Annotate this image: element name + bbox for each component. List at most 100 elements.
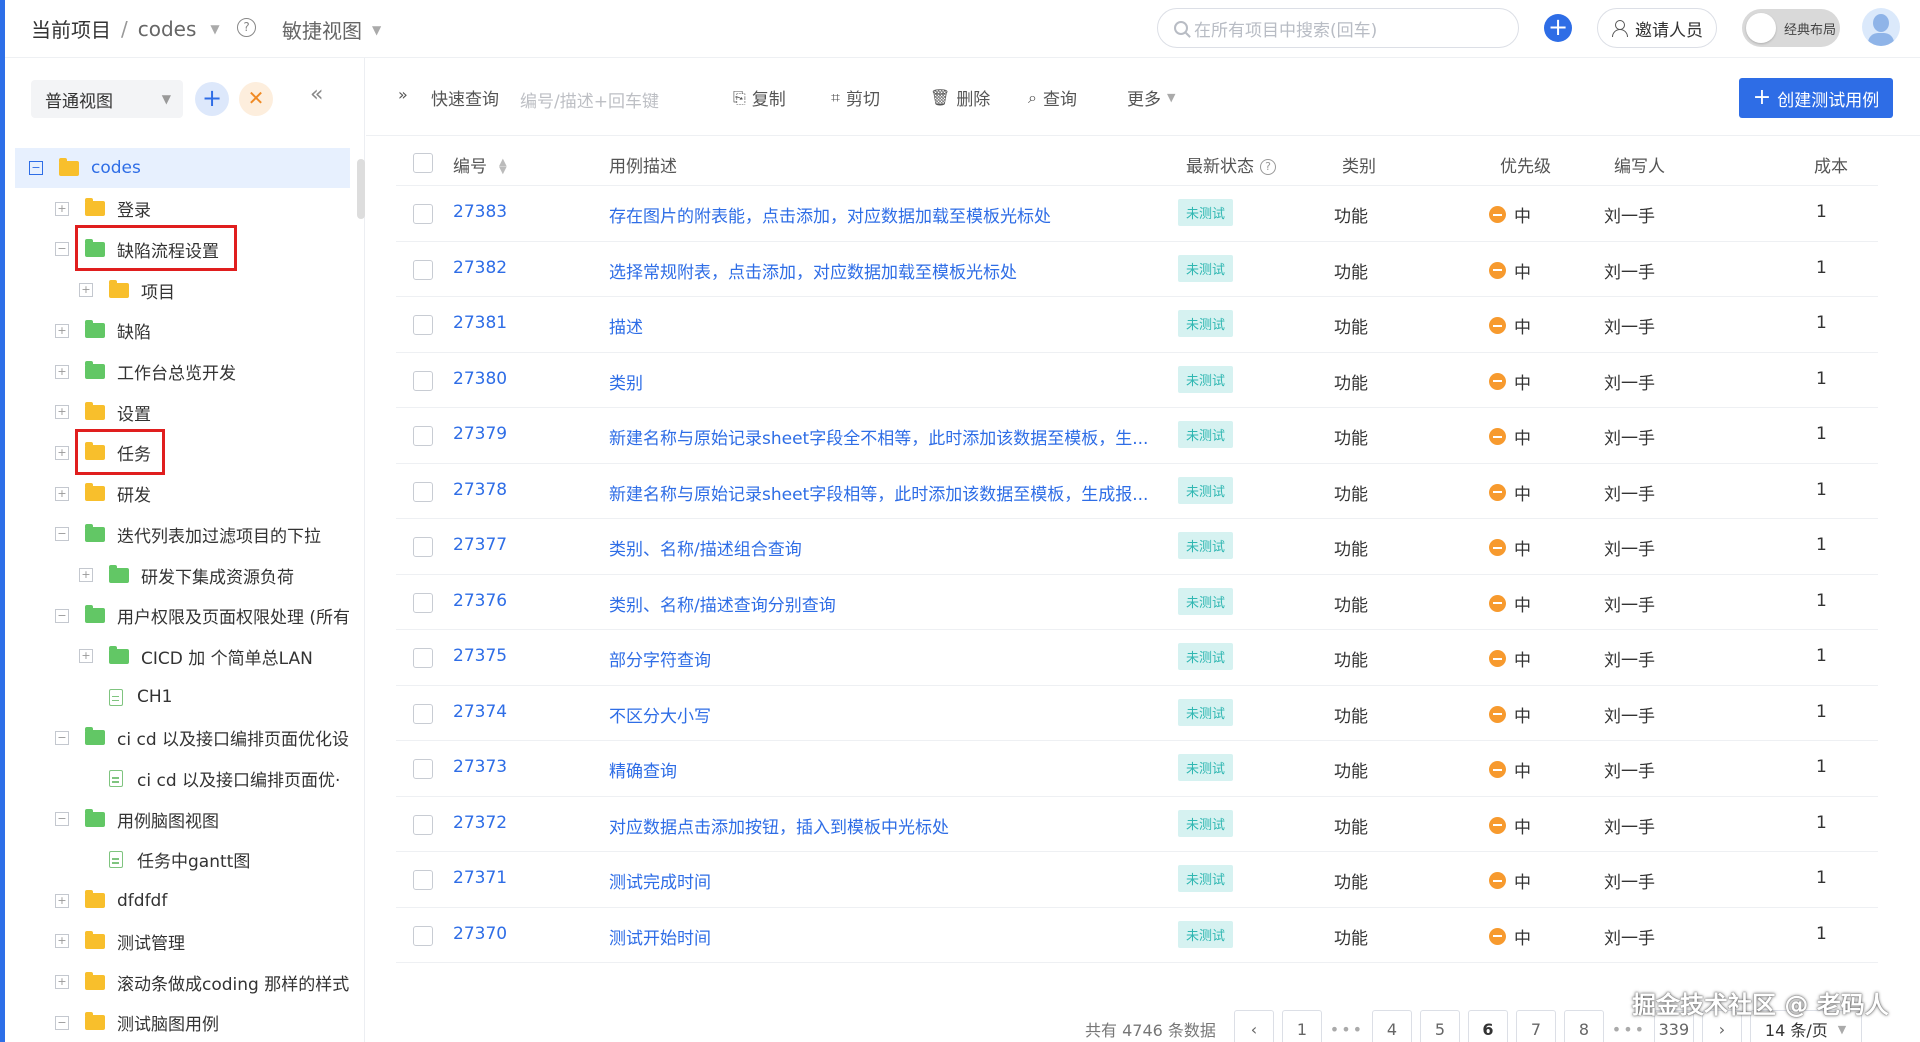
page-number-button[interactable]: 5 bbox=[1419, 1010, 1460, 1042]
case-id-link[interactable]: 27373 bbox=[453, 757, 507, 777]
page-number-button[interactable]: 8 bbox=[1563, 1010, 1604, 1042]
table-row[interactable]: 27371 测试完成时间 未测试 功能 中 刘一手 1 bbox=[396, 852, 1878, 908]
case-desc-link[interactable]: 测试完成时间 bbox=[609, 868, 1149, 893]
case-id-link[interactable]: 27376 bbox=[453, 591, 507, 611]
table-row[interactable]: 27376 类别、名称/描述查询分别查询 未测试 功能 中 刘一手 1 bbox=[396, 575, 1878, 630]
case-id-link[interactable]: 27370 bbox=[453, 924, 507, 944]
collapse-icon[interactable]: − bbox=[55, 730, 69, 745]
case-desc-link[interactable]: 不区分大小写 bbox=[609, 702, 1149, 727]
select-all-checkbox[interactable] bbox=[413, 153, 433, 173]
table-row[interactable]: 27373 精确查询 未测试 功能 中 刘一手 1 bbox=[396, 741, 1878, 797]
collapse-icon[interactable]: − bbox=[55, 1015, 69, 1030]
row-checkbox[interactable] bbox=[413, 315, 433, 335]
expand-icon[interactable]: + bbox=[79, 283, 93, 298]
tree-item[interactable]: + 项目 bbox=[15, 270, 350, 310]
tree-item[interactable]: ci cd 以及接口编排页面优· bbox=[15, 759, 350, 799]
tree-item[interactable]: + 滚动条做成coding 那样的样式 bbox=[15, 962, 350, 1002]
tree-item[interactable]: + 工作台总览开发 bbox=[15, 352, 350, 392]
table-row[interactable]: 27378 新建名称与原始记录sheet字段相等，此时添加该数据至模板，生成报..… bbox=[396, 464, 1878, 519]
tree-item[interactable]: + 任务 bbox=[15, 433, 350, 473]
row-checkbox[interactable] bbox=[413, 537, 433, 557]
row-checkbox[interactable] bbox=[413, 592, 433, 613]
row-checkbox[interactable] bbox=[413, 370, 433, 391]
tree-item[interactable]: − ci cd 以及接口编排页面优化设 bbox=[15, 718, 350, 758]
page-number-button[interactable]: 7 bbox=[1515, 1010, 1556, 1042]
chevron-down-icon[interactable]: ▼ bbox=[210, 22, 219, 36]
page-number-button[interactable]: 1 bbox=[1281, 1010, 1322, 1042]
expand-icon[interactable]: + bbox=[55, 364, 69, 379]
page-ellipsis[interactable]: ••• bbox=[1330, 1010, 1364, 1042]
row-checkbox[interactable] bbox=[413, 870, 433, 890]
case-id-link[interactable]: 27372 bbox=[453, 813, 507, 833]
close-icon[interactable]: ✕ bbox=[239, 82, 273, 116]
table-row[interactable]: 27382 选择常规附表，点击添加，对应数据加载至模板光标处 未测试 功能 中 刘一手 1 bbox=[396, 242, 1878, 297]
table-row[interactable]: 27372 对应数据点击添加按钮，插入到模板中光标处 未测试 功能 中 刘一手 1 bbox=[396, 797, 1878, 852]
case-id-link[interactable]: 27375 bbox=[453, 646, 507, 666]
view-mode-switcher[interactable]: 敏捷视图 ▼ bbox=[282, 15, 381, 44]
table-row[interactable]: 27375 部分字符查询 未测试 功能 中 刘一手 1 bbox=[396, 630, 1878, 686]
collapse-icon[interactable]: − bbox=[55, 608, 69, 623]
delete-button[interactable]: 🗑 删除 bbox=[930, 85, 990, 110]
case-id-link[interactable]: 27383 bbox=[453, 202, 507, 222]
case-id-link[interactable]: 27377 bbox=[453, 535, 507, 555]
row-checkbox[interactable] bbox=[413, 703, 433, 724]
table-row[interactable]: 27374 不区分大小写 未测试 功能 中 刘一手 1 bbox=[396, 686, 1878, 741]
expand-icon[interactable]: + bbox=[55, 893, 69, 908]
more-dropdown[interactable]: 更多 ▼ bbox=[1127, 85, 1175, 110]
case-desc-link[interactable]: 新建名称与原始记录sheet字段全不相等，此时添加该数据至模板，生... bbox=[609, 424, 1149, 449]
tree-item[interactable]: − 用户权限及页面权限处理 (所有 bbox=[15, 596, 350, 636]
sort-icon[interactable]: ▲ ▼ bbox=[499, 158, 507, 176]
tree-item[interactable]: + 测试管理 bbox=[15, 921, 350, 961]
cut-button[interactable]: ⌗ 剪切 bbox=[831, 85, 880, 111]
case-desc-link[interactable]: 存在图片的附表能，点击添加，对应数据加载至模板光标处 bbox=[609, 202, 1149, 227]
case-id-link[interactable]: 27371 bbox=[453, 868, 507, 888]
collapse-icon[interactable]: − bbox=[55, 812, 69, 827]
case-desc-link[interactable]: 类别 bbox=[609, 369, 1149, 394]
row-checkbox[interactable] bbox=[413, 814, 433, 835]
row-checkbox[interactable] bbox=[413, 648, 433, 668]
tree-item[interactable]: − 用例脑图视图 bbox=[15, 799, 350, 839]
collapse-icon[interactable]: − bbox=[55, 242, 69, 257]
table-row[interactable]: 27383 存在图片的附表能，点击添加，对应数据加载至模板光标处 未测试 功能 中 刘一手… bbox=[396, 186, 1878, 242]
invite-button[interactable]: 邀请人员 bbox=[1597, 8, 1717, 48]
case-id-link[interactable]: 27379 bbox=[453, 424, 507, 444]
expand-icon[interactable]: + bbox=[79, 649, 93, 664]
table-row[interactable]: 27370 测试开始时间 未测试 功能 中 刘一手 1 bbox=[396, 908, 1878, 963]
help-icon[interactable]: ? bbox=[1260, 159, 1276, 175]
case-desc-link[interactable]: 类别、名称/描述查询分别查询 bbox=[609, 591, 1149, 616]
classic-layout-toggle[interactable]: 经典布局 bbox=[1742, 9, 1840, 47]
case-id-link[interactable]: 27381 bbox=[453, 313, 507, 333]
create-test-case-button[interactable]: + 创建测试用例 bbox=[1739, 78, 1893, 118]
collapse-sidebar-icon[interactable]: « bbox=[310, 82, 323, 107]
case-desc-link[interactable]: 选择常规附表，点击添加，对应数据加载至模板光标处 bbox=[609, 258, 1149, 283]
tree-item[interactable]: + 研发 bbox=[15, 474, 350, 514]
expand-icon[interactable]: + bbox=[79, 568, 93, 582]
tree-item[interactable]: − codes bbox=[15, 148, 350, 188]
case-desc-link[interactable]: 部分字符查询 bbox=[609, 646, 1149, 671]
case-id-link[interactable]: 27380 bbox=[453, 369, 507, 389]
case-id-link[interactable]: 27382 bbox=[453, 258, 507, 278]
case-id-link[interactable]: 27378 bbox=[453, 480, 507, 500]
expand-icon[interactable]: » bbox=[398, 85, 408, 104]
query-button[interactable]: ⌕ 查询 bbox=[1028, 85, 1077, 111]
quick-query-input[interactable]: 编号/描述+回车键 bbox=[520, 87, 659, 112]
expand-icon[interactable]: + bbox=[55, 405, 69, 420]
global-search-input[interactable]: 在所有项目中搜索(回车) bbox=[1157, 8, 1519, 48]
case-desc-link[interactable]: 描述 bbox=[609, 313, 1149, 338]
avatar[interactable] bbox=[1862, 8, 1900, 46]
row-checkbox[interactable] bbox=[413, 925, 433, 946]
collapse-icon[interactable]: − bbox=[55, 527, 69, 542]
tree-item[interactable]: CH1 bbox=[15, 677, 350, 717]
row-checkbox[interactable] bbox=[413, 204, 433, 224]
breadcrumb-current[interactable]: 当前项目 bbox=[31, 14, 111, 43]
view-select[interactable]: 普通视图 ▼ bbox=[31, 80, 183, 118]
page-number-button[interactable]: 6 bbox=[1467, 1010, 1508, 1042]
expand-icon[interactable]: + bbox=[55, 975, 69, 989]
page-number-button[interactable]: 4 bbox=[1371, 1010, 1412, 1042]
row-checkbox[interactable] bbox=[413, 759, 433, 779]
tree-item[interactable]: + dfdfdf bbox=[15, 881, 350, 921]
table-row[interactable]: 27381 描述 未测试 功能 中 刘一手 1 bbox=[396, 297, 1878, 353]
expand-icon[interactable]: + bbox=[55, 201, 69, 216]
table-row[interactable]: 27377 类别、名称/描述组合查询 未测试 功能 中 刘一手 1 bbox=[396, 519, 1878, 575]
table-row[interactable]: 27380 类别 未测试 功能 中 刘一手 1 bbox=[396, 353, 1878, 408]
